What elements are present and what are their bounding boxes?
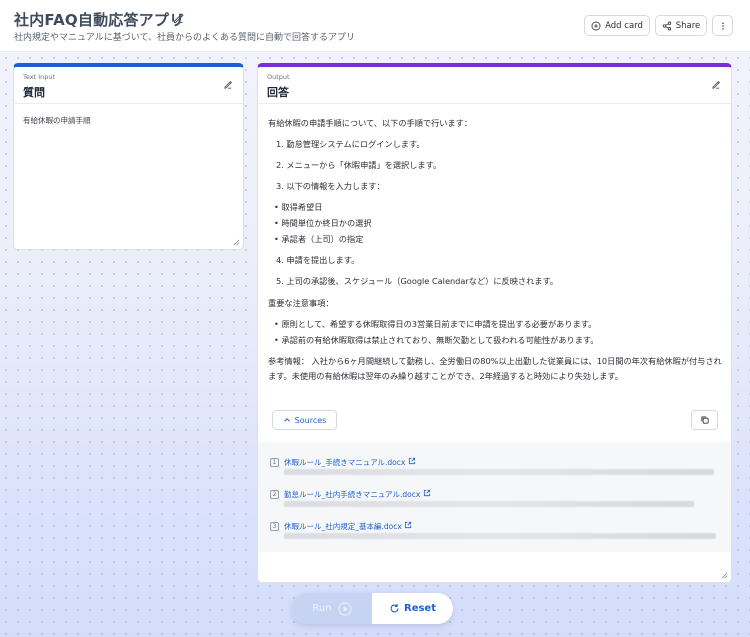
source-excerpt-blurred — [284, 533, 716, 539]
source-link[interactable]: 勤怠ルール_社内手続きマニュアル.docx — [284, 489, 431, 500]
more-vertical-icon — [721, 21, 724, 30]
card-kind-label: Text Input — [23, 73, 56, 81]
source-number: 1 — [270, 458, 279, 467]
step-item: 3. 以下の情報を入力します： — [276, 181, 385, 191]
share-button[interactable]: Share — [655, 15, 707, 36]
sub-list-item: • 取得希望日 — [274, 202, 323, 212]
pencil-icon[interactable] — [711, 80, 721, 90]
source-number: 3 — [270, 522, 279, 531]
resize-handle-icon[interactable] — [233, 239, 240, 246]
external-link-icon — [405, 521, 412, 529]
sources-label: Sources — [294, 415, 327, 425]
sub-list-item: • 時間単位か終日かの選択 — [274, 218, 372, 228]
note-item: • 承認前の有給休暇取得は禁止されており、無断欠勤として扱われる可能性があります… — [274, 335, 599, 345]
sub-item-text: 取得希望日 — [281, 202, 323, 212]
app-header: 社内FAQ自動応答アプリ 社内規定やマニュアルに基づいて、社員からのよくある質問… — [0, 0, 750, 52]
step-item: 5. 上司の承認後、スケジュール（Google Calendarなど）に反映され… — [276, 276, 558, 286]
reference-info: 参考情報： 入社から6ヶ月間継続して勤務し、全労働日の80%以上出勤した従業員に… — [268, 356, 722, 381]
source-link[interactable]: 休暇ルール_社内規定_基本編.docx — [284, 521, 412, 532]
external-link-icon — [408, 457, 415, 465]
external-link-icon — [423, 489, 430, 497]
source-name: 勤怠ルール_社内手続きマニュアル.docx — [284, 490, 421, 499]
source-excerpt-blurred — [284, 501, 694, 507]
notes-heading: 重要な注意事項： — [268, 298, 334, 308]
text-input-card: Text Input 質問 有給休暇の申請手順 — [13, 63, 244, 250]
source-link[interactable]: 休暇ルール_手続きマニュアル.docx — [284, 457, 416, 468]
app-title: 社内FAQ自動応答アプリ — [14, 11, 185, 29]
sources-panel: 1 休暇ルール_手続きマニュアル.docx 2 勤怠ルール_社内手続きマニュアル… — [258, 442, 731, 552]
source-item: 2 勤怠ルール_社内手続きマニュアル.docx — [270, 489, 720, 518]
sub-item-text: 時間単位か終日かの選択 — [281, 218, 372, 228]
card-header: Text Input 質問 — [14, 67, 243, 104]
source-item: 3 休暇ルール_社内規定_基本編.docx — [270, 521, 720, 550]
source-name: 休暇ルール_社内規定_基本編.docx — [284, 522, 402, 531]
step-item: 4. 申請を提出します。 — [276, 255, 360, 265]
source-number: 2 — [270, 490, 279, 499]
note-text: 原則として、希望する休暇取得日の3営業日前までに申請を提出する必要があります。 — [281, 319, 597, 329]
pencil-icon[interactable] — [172, 12, 185, 25]
play-icon — [337, 601, 352, 616]
run-controls: Run Reset — [292, 593, 453, 624]
copy-icon — [700, 416, 709, 424]
run-button[interactable]: Run — [292, 593, 372, 624]
copy-button[interactable] — [691, 410, 718, 430]
share-icon — [662, 21, 671, 30]
note-item: • 原則として、希望する休暇取得日の3営業日前までに申請を提出する必要があります… — [274, 319, 597, 329]
output-card: Output 回答 有給休暇の申請手順について、以下の手順で行います： 1. 勤… — [257, 63, 732, 583]
source-item: 1 休暇ルール_手続きマニュアル.docx — [270, 457, 720, 486]
plus-circle-icon — [591, 21, 601, 30]
sub-item-text: 承認者（上司）の指定 — [281, 234, 364, 244]
app-subtitle: 社内規定やマニュアルに基づいて、社員からのよくある質問に自動で回答するアプリ — [14, 33, 356, 43]
step-item: 1. 勤怠管理システムにログインします。 — [276, 139, 425, 149]
share-label: Share — [675, 20, 701, 31]
step-item: 2. メニューから「休暇申請」を選択します。 — [276, 160, 442, 170]
chevron-up-icon — [283, 418, 290, 422]
sub-list-item: • 承認者（上司）の指定 — [274, 234, 364, 244]
reset-button[interactable]: Reset — [372, 593, 453, 624]
source-name: 休暇ルール_手続きマニュアル.docx — [284, 458, 406, 467]
resize-handle-icon[interactable] — [721, 572, 728, 579]
source-excerpt-blurred — [284, 469, 714, 475]
question-textarea[interactable]: 有給休暇の申請手順 — [23, 115, 91, 126]
card-title: 質問 — [23, 86, 45, 99]
run-label: Run — [312, 603, 332, 614]
add-card-label: Add card — [605, 20, 643, 31]
sources-toggle-button[interactable]: Sources — [272, 410, 337, 430]
refresh-icon — [390, 604, 399, 613]
add-card-button[interactable]: Add card — [584, 15, 650, 36]
pencil-icon[interactable] — [223, 80, 233, 90]
card-header: Output 回答 — [258, 67, 731, 104]
card-title: 回答 — [267, 86, 289, 99]
note-text: 承認前の有給休暇取得は禁止されており、無断欠勤として扱われる可能性があります。 — [281, 335, 599, 345]
more-options-button[interactable] — [712, 15, 733, 36]
reset-label: Reset — [404, 603, 436, 614]
card-kind-label: Output — [267, 73, 290, 81]
answer-intro: 有給休暇の申請手順について、以下の手順で行います： — [268, 118, 473, 128]
